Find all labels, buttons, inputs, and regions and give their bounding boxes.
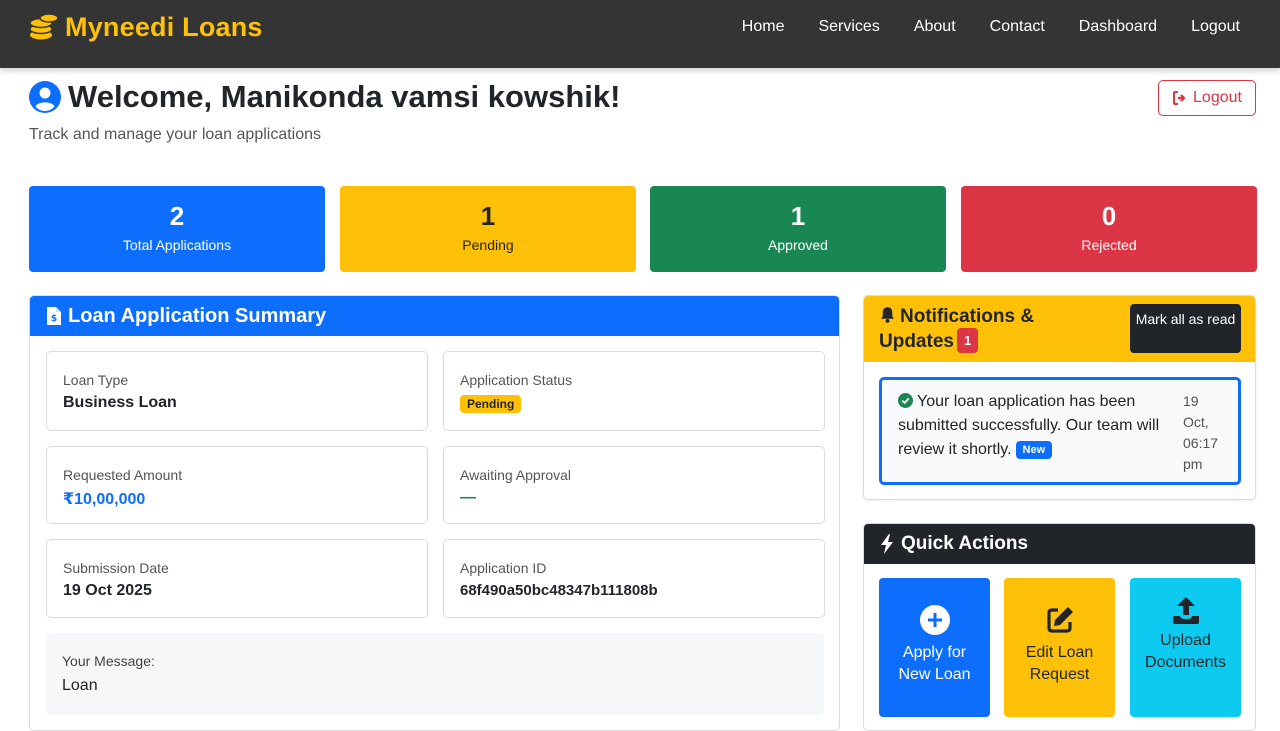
notifications-title-block: Notifications & Updates 1 [879, 305, 1079, 353]
loan-type-field: Loan Type Business Loan [46, 351, 428, 431]
upload-documents-label: Upload Documents [1145, 632, 1226, 671]
sign-out-icon [1173, 91, 1186, 105]
awaiting-approval-field: Awaiting Approval — [443, 446, 825, 524]
user-message-box: Your Message: Loan [46, 633, 824, 715]
stat-rejected: 0 Rejected [961, 186, 1257, 272]
nav-dashboard[interactable]: Dashboard [1079, 16, 1157, 38]
bolt-icon [881, 534, 893, 554]
field-label: Submission Date [63, 560, 169, 576]
logout-button[interactable]: Logout [1158, 80, 1256, 116]
nav-home[interactable]: Home [742, 16, 785, 38]
bell-icon [881, 307, 894, 323]
application-id-value: 68f490a50bc48347b111808b [460, 582, 658, 599]
quick-actions-header: Quick Actions [864, 524, 1255, 564]
upload-icon [1172, 597, 1199, 624]
mark-all-read-button[interactable]: Mark all as read [1130, 304, 1241, 353]
edit-icon [1046, 607, 1073, 633]
brand-name: Myneedi Loans [65, 11, 263, 42]
stat-value: 2 [169, 201, 185, 231]
nav-about[interactable]: About [914, 16, 956, 38]
stat-label: Rejected [1081, 237, 1137, 253]
nav-links: Home Services About Contact Dashboard Lo… [708, 16, 1240, 38]
stat-value: 1 [480, 201, 496, 231]
coins-icon [29, 13, 59, 40]
field-label: Requested Amount [63, 467, 183, 483]
plus-circle-icon [919, 605, 950, 635]
stat-label: Total Applications [122, 237, 232, 253]
page-title: Welcome, Manikonda vamsi kowshik! [68, 79, 621, 114]
apply-new-loan-label: Apply for New Loan [898, 644, 971, 683]
new-badge: New [1015, 441, 1053, 459]
requested-amount-value: ₹10,00,000 [63, 491, 146, 508]
notification-message: Your loan application has been submitted… [898, 390, 1164, 462]
stat-label: Pending [462, 237, 514, 253]
svg-text:$: $ [51, 314, 57, 324]
field-label: Awaiting Approval [460, 467, 572, 483]
welcome-heading: Welcome, Manikonda vamsi kowshik! [29, 79, 620, 115]
file-invoice-icon: $ [47, 307, 61, 325]
nav-services[interactable]: Services [818, 16, 879, 38]
upload-documents-button[interactable]: Upload Documents [1130, 578, 1241, 717]
top-navbar: Myneedi Loans Home Services About Contac… [0, 0, 1280, 68]
message-label: Your Message: [62, 653, 155, 669]
brand-logo[interactable]: Myneedi Loans [29, 10, 263, 44]
loan-type-value: Business Loan [63, 394, 177, 411]
loan-summary-card: $ Loan Application Summary Loan Type Bus… [29, 295, 840, 731]
stat-value: 0 [1101, 201, 1117, 231]
stat-approved: 1 Approved [650, 186, 946, 272]
notifications-card: Notifications & Updates 1 Mark all as rea… [863, 295, 1256, 500]
notification-time: 19 Oct, 06:17 pm [1183, 393, 1219, 472]
nav-contact[interactable]: Contact [990, 16, 1045, 38]
loan-summary-title: Loan Application Summary [68, 304, 327, 327]
stat-total-applications: 2 Total Applications [29, 186, 325, 272]
quick-actions-card: Quick Actions Apply for New Loan Edit Lo… [863, 523, 1256, 731]
nav-logout[interactable]: Logout [1191, 16, 1240, 38]
loan-summary-header: $ Loan Application Summary [30, 296, 839, 336]
notifications-header: Notifications & Updates 1 Mark all as rea… [864, 296, 1255, 362]
requested-amount-field: Requested Amount ₹10,00,000 [46, 446, 428, 524]
notification-count-badge: 1 [956, 328, 979, 353]
notification-item[interactable]: Your loan application has been submitted… [879, 377, 1241, 485]
logout-label: Logout [1193, 89, 1242, 106]
edit-loan-request-label: Edit Loan Request [1025, 644, 1094, 683]
stat-label: Approved [768, 237, 828, 253]
message-value: Loan [62, 677, 98, 694]
application-id-field: Application ID 68f490a50bc48347b111808b [443, 539, 825, 618]
apply-new-loan-button[interactable]: Apply for New Loan [879, 578, 990, 717]
quick-actions-title: Quick Actions [901, 533, 1029, 554]
stat-pending: 1 Pending [340, 186, 636, 272]
check-circle-icon [898, 393, 913, 408]
user-circle-icon [29, 81, 61, 113]
field-label: Loan Type [63, 372, 129, 388]
stat-value: 1 [790, 201, 806, 231]
status-badge: Pending [460, 395, 522, 413]
page-subtitle: Track and manage your loan applications [29, 126, 322, 143]
field-label: Application Status [460, 372, 573, 388]
submission-date-value: 19 Oct 2025 [63, 582, 152, 599]
awaiting-approval-value: — [460, 489, 476, 506]
application-status-field: Application Status Pending [443, 351, 825, 431]
submission-date-field: Submission Date 19 Oct 2025 [46, 539, 428, 618]
field-label: Application ID [460, 560, 547, 576]
edit-loan-request-button[interactable]: Edit Loan Request [1004, 578, 1115, 717]
